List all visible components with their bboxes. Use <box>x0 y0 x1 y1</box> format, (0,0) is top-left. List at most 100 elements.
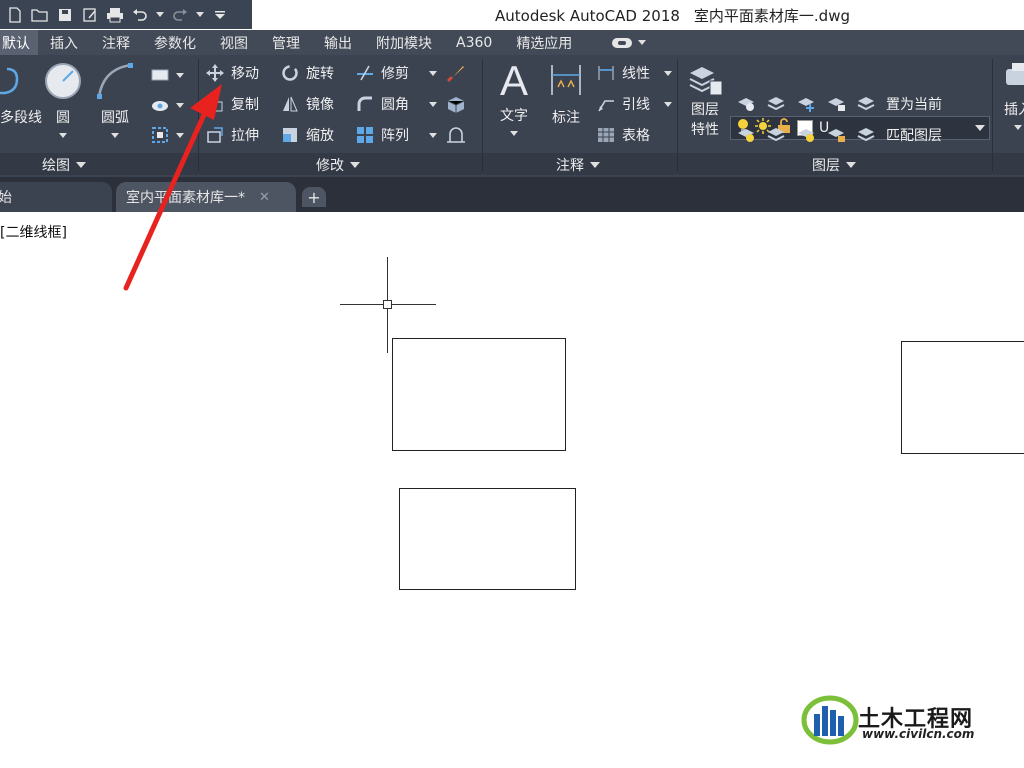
tab-parametric[interactable]: 参数化 <box>142 30 208 55</box>
pickbox-cursor <box>383 300 392 309</box>
layer-unisolate-icon[interactable] <box>766 125 786 145</box>
boundary-dropdown-icon[interactable] <box>176 132 184 138</box>
undo-icon[interactable] <box>129 4 151 26</box>
ribbon-toggle-button[interactable] <box>612 30 647 55</box>
arc-button[interactable]: 圆弧 <box>94 61 136 138</box>
copy-icon <box>205 94 225 114</box>
linear-label: 线性 <box>622 66 650 82</box>
rectangle-shape[interactable] <box>901 341 1024 454</box>
polyline-icon <box>0 67 19 95</box>
fillet-button[interactable]: 圆角 <box>355 94 437 114</box>
trim-label: 修剪 <box>381 66 409 82</box>
layer-isolate-icon[interactable] <box>766 94 786 114</box>
save-icon[interactable] <box>54 4 76 26</box>
mirror-button[interactable]: 镜像 <box>280 94 334 114</box>
layer-properties-icon <box>689 67 723 96</box>
move-button[interactable]: 移动 <box>205 63 259 83</box>
new-tab-button[interactable]: + <box>302 187 326 207</box>
scale-label: 缩放 <box>306 128 334 144</box>
circle-button[interactable]: 圆 <box>42 61 84 138</box>
modify-panel-title[interactable]: 修改 <box>316 155 360 175</box>
redo-icon[interactable] <box>169 4 191 26</box>
start-tab[interactable]: 始 <box>0 182 112 212</box>
set-current-icon[interactable] <box>856 94 876 114</box>
polyline-label: 多段线 <box>0 110 42 126</box>
match-layer-button[interactable]: 匹配图层 <box>886 125 942 145</box>
rectangle-shape[interactable] <box>399 488 576 590</box>
boundary-button[interactable] <box>150 125 184 145</box>
tab-view[interactable]: 视图 <box>208 30 260 55</box>
fillet-label: 圆角 <box>381 97 409 113</box>
tab-manage[interactable]: 管理 <box>260 30 312 55</box>
fillet-dropdown-icon[interactable] <box>429 101 437 107</box>
layer-off-icon[interactable] <box>736 94 756 114</box>
offset-button[interactable] <box>446 125 466 145</box>
scale-button[interactable]: 缩放 <box>280 125 334 145</box>
tab-featured-apps[interactable]: 精选应用 <box>504 30 584 55</box>
arc-dropdown-icon[interactable] <box>111 133 119 138</box>
erase-button[interactable] <box>446 63 466 83</box>
tab-annotate[interactable]: 注释 <box>90 30 142 55</box>
undo-dropdown-icon[interactable] <box>154 4 166 26</box>
hatch-button[interactable] <box>150 95 184 115</box>
erase-icon <box>446 63 466 83</box>
annotation-panel-title[interactable]: 注释 <box>556 155 600 175</box>
polyline-button[interactable]: 多段线 <box>0 63 42 126</box>
tab-output[interactable]: 输出 <box>312 30 364 55</box>
rectangle-shape[interactable] <box>392 338 566 451</box>
close-icon[interactable]: ✕ <box>259 190 270 205</box>
explode-button[interactable] <box>446 94 466 114</box>
stretch-icon <box>205 125 225 145</box>
customize-icon[interactable] <box>209 4 231 26</box>
tab-a360[interactable]: A360 <box>444 30 504 55</box>
insert-block-button[interactable]: 插入 <box>998 61 1024 130</box>
redo-dropdown-icon[interactable] <box>194 4 206 26</box>
open-icon[interactable] <box>29 4 51 26</box>
rectangle-icon <box>150 65 170 85</box>
text-button[interactable]: A 文字 <box>494 59 534 136</box>
text-icon: A <box>500 59 528 99</box>
array-dropdown-icon[interactable] <box>429 132 437 138</box>
linear-button[interactable]: 线性 <box>596 63 672 83</box>
array-label: 阵列 <box>381 128 409 144</box>
stretch-button[interactable]: 拉伸 <box>205 125 259 145</box>
table-button[interactable]: 表格 <box>596 125 650 145</box>
layer-thaw-icon[interactable] <box>796 125 816 145</box>
layer-properties-button[interactable]: 图层 特性 <box>684 61 726 139</box>
rectangle-dropdown-icon[interactable] <box>176 72 184 78</box>
set-current-button[interactable]: 置为当前 <box>886 94 942 114</box>
rectangle-button[interactable] <box>150 65 184 85</box>
tab-insert[interactable]: 插入 <box>38 30 90 55</box>
circle-dropdown-icon[interactable] <box>59 133 67 138</box>
hatch-dropdown-icon[interactable] <box>176 102 184 108</box>
copy-button[interactable]: 复制 <box>205 94 259 114</box>
viewport-style-label[interactable]: [二维线框] <box>0 222 67 242</box>
array-button[interactable]: 阵列 <box>355 125 437 145</box>
insert-dropdown-icon[interactable] <box>1014 125 1022 130</box>
tab-addins[interactable]: 附加模块 <box>364 30 444 55</box>
saveas-icon[interactable] <box>79 4 101 26</box>
match-layer-icon[interactable] <box>856 125 876 145</box>
print-icon[interactable] <box>104 4 126 26</box>
tab-default[interactable]: 默认 <box>0 30 38 55</box>
drawing-tab-label: 室内平面素材库一* <box>126 190 245 206</box>
leader-button[interactable]: 引线 <box>596 94 672 114</box>
trim-button[interactable]: 修剪 <box>355 63 437 83</box>
dimension-button[interactable]: 标注 <box>546 61 586 127</box>
new-icon[interactable] <box>4 4 26 26</box>
rotate-button[interactable]: 旋转 <box>280 63 334 83</box>
trim-dropdown-icon[interactable] <box>429 70 437 76</box>
layer-on-icon[interactable] <box>736 125 756 145</box>
circle-icon <box>45 63 81 99</box>
layers-panel-title[interactable]: 图层 <box>812 155 856 175</box>
layer-lock-icon[interactable] <box>826 94 846 114</box>
draw-panel-title[interactable]: 绘图 <box>42 155 86 175</box>
layer-unlock-icon[interactable] <box>826 125 846 145</box>
linear-dropdown-icon[interactable] <box>664 70 672 76</box>
leader-dropdown-icon[interactable] <box>664 101 672 107</box>
drawing-tab[interactable]: 室内平面素材库一* ✕ <box>116 182 296 212</box>
layer-freeze-icon[interactable] <box>796 94 816 114</box>
layer-properties-label-2: 特性 <box>691 122 719 138</box>
text-dropdown-icon[interactable] <box>510 131 518 136</box>
table-icon <box>596 125 616 145</box>
